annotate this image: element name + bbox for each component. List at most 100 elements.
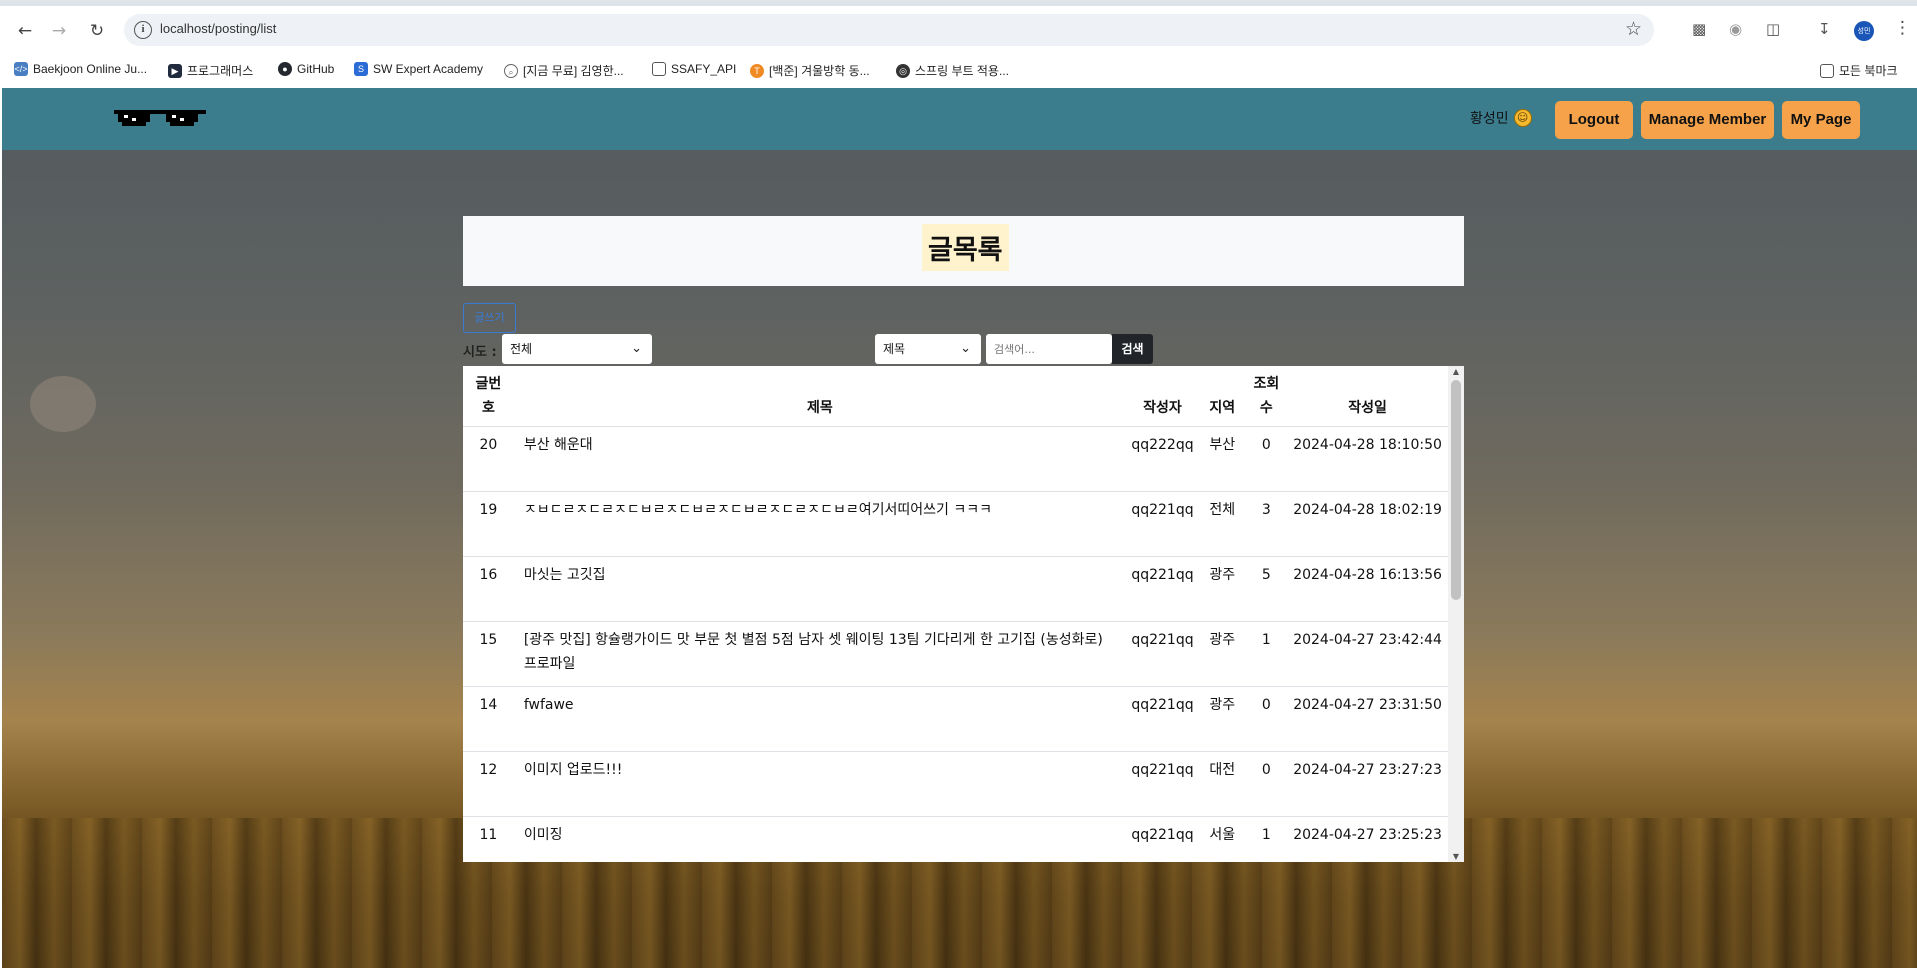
table-row[interactable]: 14 fwfawe qq221qq 광주 0 2024-04-27 23:31:… [463,686,1448,752]
menu-icon[interactable]: ⋮ [1894,18,1911,38]
cell-views: 1 [1245,621,1288,687]
globe-icon: ◎ [896,63,910,78]
reload-icon[interactable]: ↻ [86,20,108,42]
header-views-line1: 조회 [1253,376,1280,392]
cell-num: 11 [463,816,514,862]
profile-avatar[interactable]: 성민 [1854,21,1874,41]
header-writer: 작성자 [1126,366,1199,427]
cell-views: 1 [1245,816,1288,862]
cell-date: 2024-04-27 23:25:23 [1287,816,1448,862]
bookmark-item[interactable]: ◎ 스프링 부트 적용... [896,62,1009,79]
bookmark-star-icon[interactable]: ☆ [1625,18,1642,40]
cell-writer: qq221qq [1126,621,1199,687]
header-views: 조회 수 [1245,366,1288,427]
sido-select-value: 전체 [510,342,533,356]
cell-writer: qq222qq [1126,426,1199,492]
bookmark-label: SSAFY_API [671,62,737,76]
cell-writer: qq221qq [1126,751,1199,817]
bookmark-label: [지금 무료] 김영한... [523,64,624,78]
table-row[interactable]: 20 부산 해운대 qq222qq 부산 0 2024-04-28 18:10:… [463,426,1448,492]
scroll-down-icon[interactable]: ▼ [1448,852,1464,861]
bookmark-item[interactable]: </> Baekjoon Online Ju... [14,62,147,76]
cell-region: 서울 [1198,816,1246,862]
cell-date: 2024-04-27 23:31:50 [1287,686,1448,752]
cell-views: 0 [1245,751,1288,817]
table-row[interactable]: 12 이미지 업로드!!! qq221qq 대전 0 2024-04-27 23… [463,751,1448,817]
cell-region: 대전 [1198,751,1246,817]
logout-button[interactable]: Logout [1555,101,1633,139]
sunglasses-logo[interactable] [114,110,206,128]
header-title: 제목 [513,366,1127,427]
table-row[interactable]: 16 마싯는 고깃집 qq221qq 광주 5 2024-04-28 16:13… [463,556,1448,622]
my-page-button[interactable]: My Page [1782,101,1860,139]
scroll-thumb[interactable] [1451,380,1461,600]
cell-title[interactable]: ㅈㅂㄷㄹㅈㄷㄹㅈㄷㅂㄹㅈㄷㅂㄹㅈㄷㅂㄹㅈㄷㄹㅈㄷㅂㄹ여기서띠어쓰기 ㅋㅋㅋ [513,491,1127,557]
sido-label: 시도 : [463,345,497,360]
table-row[interactable]: 19 ㅈㅂㄷㄹㅈㄷㄹㅈㄷㅂㄹㅈㄷㅂㄹㅈㄷㅂㄹㅈㄷㄹㅈㄷㅂㄹ여기서띠어쓰기 ㅋㅋㅋ… [463,491,1448,557]
page-header: 글목록 [463,216,1464,286]
chevron-down-icon: ⌄ [631,341,642,356]
cell-title[interactable]: fwfawe [513,686,1127,752]
page-background: 황성민 ☺ Logout Manage Member My Page 글목록 글… [2,88,1917,968]
bookmark-item[interactable]: ▶ 프로그래머스 [168,62,253,79]
programmers-icon: ▶ [168,63,182,78]
search-field-select[interactable]: 제목 ⌄ [875,334,981,364]
bookmark-label: GitHub [297,62,335,76]
site-info-icon[interactable]: i [134,21,152,39]
back-icon[interactable]: ← [14,20,36,42]
search-icon: ⌕ [504,63,518,78]
swea-icon: S [354,62,368,76]
cell-date: 2024-04-27 23:27:23 [1287,751,1448,817]
table-scrollbar[interactable]: ▲ ▼ [1448,366,1464,862]
bookmark-item[interactable]: ⌕ [지금 무료] 김영한... [504,62,624,79]
cell-date: 2024-04-28 16:13:56 [1287,556,1448,622]
bookmark-label: SW Expert Academy [373,62,484,76]
cell-region: 광주 [1198,621,1246,687]
search-field-value: 제목 [883,342,906,356]
extension-icon[interactable]: ▩ [1692,20,1706,38]
bookmark-item[interactable]: S SW Expert Academy [354,62,483,76]
table-row[interactable]: 11 이미징 qq221qq 서울 1 2024-04-27 23:25:23 [463,816,1448,862]
manage-member-button[interactable]: Manage Member [1641,101,1774,139]
cell-region: 부산 [1198,426,1246,492]
username-text: 황성민 [1470,111,1509,127]
cell-title[interactable]: 이미지 업로드!!! [513,751,1127,817]
bookmarks-bar: </> Baekjoon Online Ju... ▶ 프로그래머스 ● GitHub… [0,54,1917,88]
code-icon: </> [14,62,28,76]
sido-select[interactable]: 전체 ⌄ [502,334,652,364]
bookmark-item[interactable]: SSAFY_API [652,62,736,76]
header-num-line1: 글번 [475,376,502,392]
cell-title[interactable]: [광주 맛집] 항슐랭가이드 맛 부문 첫 별점 5점 남자 셋 웨이팅 13팀… [513,621,1127,687]
cell-writer: qq221qq [1126,686,1199,752]
puzzle-icon[interactable]: ◫ [1766,20,1780,38]
posting-table: 글번 호 제목 작성자 지역 조회 수 작성일 20 부산 해운대 qq222qq … [463,366,1448,862]
extension-icon[interactable]: ◉ [1729,20,1742,38]
header-num: 글번호 [463,366,514,427]
table-row[interactable]: 15 [광주 맛집] 항슐랭가이드 맛 부문 첫 별점 5점 남자 셋 웨이팅 … [463,621,1448,687]
page-title: 글목록 [922,224,1009,271]
bookmark-item[interactable]: ● GitHub [278,62,334,76]
search-button[interactable]: 검색 [1112,334,1153,364]
cell-title[interactable]: 이미징 [513,816,1127,862]
bookmark-item[interactable]: T [백준] 겨울방학 동... [750,62,870,79]
bookmark-label: 스프링 부트 적용... [915,64,1009,78]
download-icon[interactable]: ↧ [1818,20,1831,38]
cell-title[interactable]: 마싯는 고깃집 [513,556,1127,622]
scroll-up-icon[interactable]: ▲ [1448,367,1464,376]
header-date: 작성일 [1287,366,1448,427]
address-bar[interactable]: i localhost/posting/list ☆ [124,14,1654,46]
search-input[interactable] [986,334,1112,364]
all-bookmarks[interactable]: 모든 북마크 [1820,62,1898,79]
forward-icon[interactable]: → [48,20,70,42]
cell-num: 14 [463,686,514,752]
background-moon [30,376,96,432]
cell-title[interactable]: 부산 해운대 [513,426,1127,492]
header-num-line2: 호 [481,400,495,416]
cell-views: 0 [1245,426,1288,492]
cell-region: 광주 [1198,556,1246,622]
address-url[interactable]: localhost/posting/list [160,21,276,36]
write-post-button[interactable]: 글쓰기 [463,303,516,333]
cell-views: 5 [1245,556,1288,622]
posting-table-container[interactable]: 글번 호 제목 작성자 지역 조회 수 작성일 20 부산 해운대 qq222qq … [463,366,1464,862]
cell-writer: qq221qq [1126,556,1199,622]
